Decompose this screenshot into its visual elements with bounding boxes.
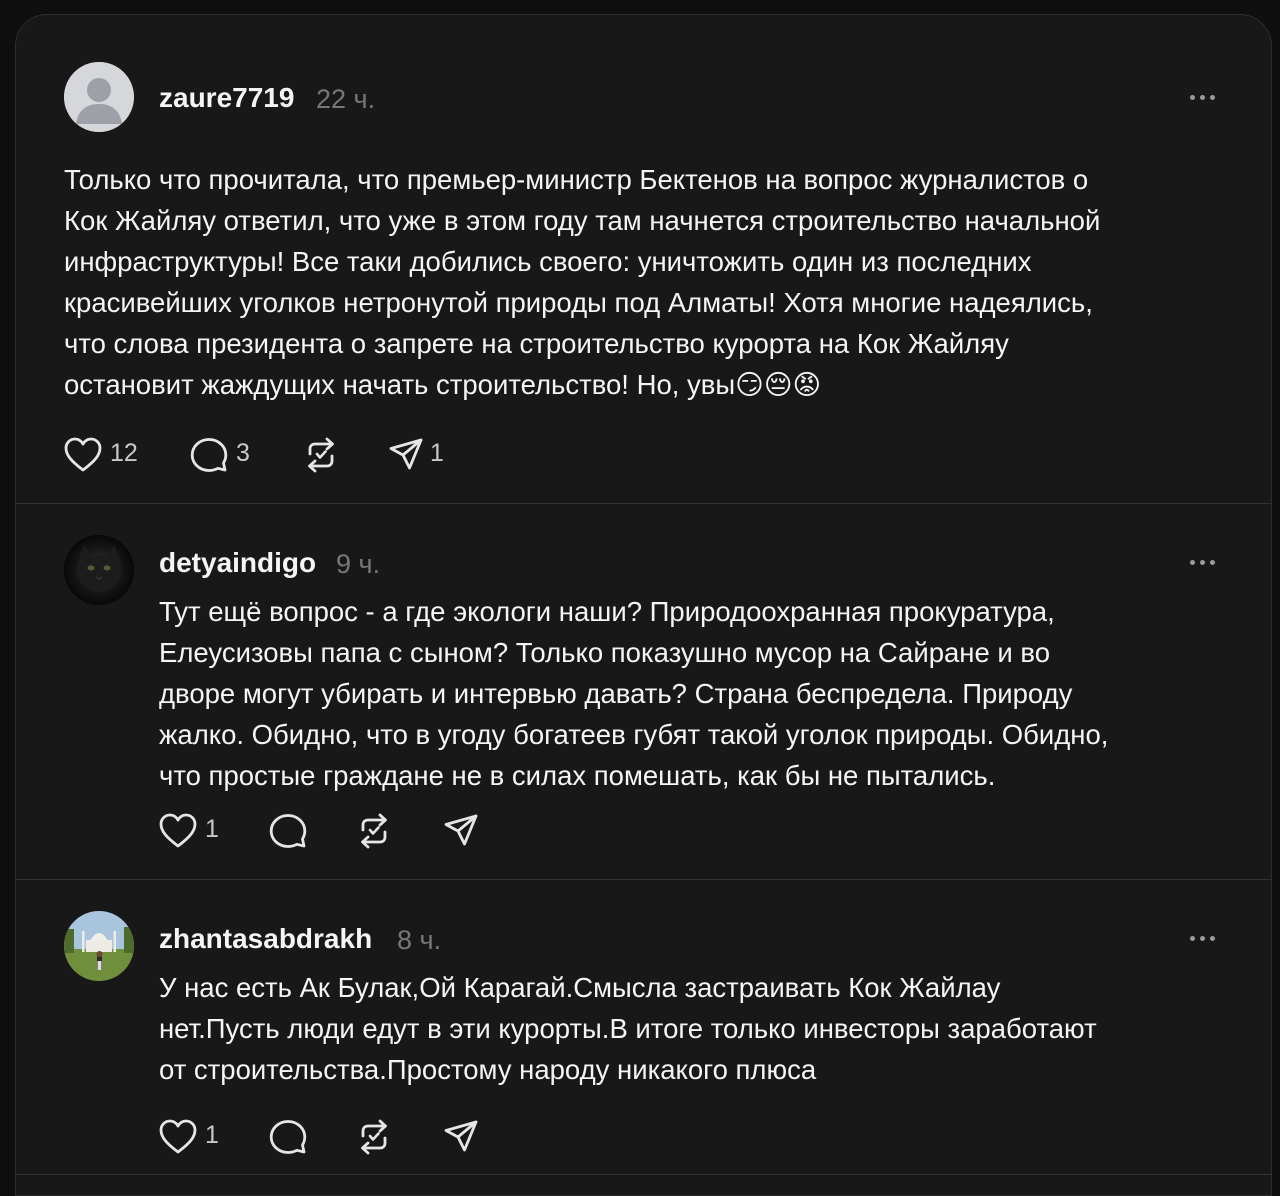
reply-count: 3 — [236, 439, 250, 467]
cat-photo-avatar — [64, 535, 134, 605]
share-button[interactable] — [443, 811, 483, 851]
avatar[interactable] — [64, 911, 134, 981]
reply-post: detyaindigo 9 ч. Тут ещё вопрос - а где … — [16, 504, 1271, 879]
reply-post: zhantasabdrakh 8 ч. У нас есть Ак Булак,… — [16, 880, 1271, 1180]
like-count: 1 — [205, 815, 219, 843]
repost-icon — [361, 813, 387, 849]
speech-bubble-icon — [269, 1120, 307, 1154]
reply-button[interactable] — [269, 811, 309, 851]
paper-plane-icon — [444, 1120, 478, 1152]
share-button[interactable]: 1 — [388, 435, 458, 475]
repost-button[interactable] — [302, 435, 342, 475]
like-button[interactable]: 1 — [159, 1117, 229, 1157]
speech-bubble-icon — [190, 438, 228, 472]
divider — [16, 1174, 1271, 1175]
main-post: zaure7719 22 ч. Только что прочитала, чт… — [16, 15, 1271, 503]
reply-text: У нас есть Ак Булак,Ой Карагай.Смысла за… — [159, 972, 1097, 1085]
more-options-button[interactable] — [1190, 93, 1220, 103]
repost-icon — [361, 1119, 387, 1155]
like-count: 12 — [110, 439, 138, 467]
reply-actions: 1 — [159, 1117, 499, 1157]
avatar[interactable] — [64, 535, 134, 605]
more-dots-icon — [1190, 560, 1195, 565]
more-options-button[interactable] — [1190, 558, 1220, 568]
reply-time[interactable]: 8 ч. — [397, 925, 441, 956]
like-button[interactable]: 1 — [159, 811, 229, 851]
reply-username[interactable]: zhantasabdrakh — [159, 923, 372, 955]
more-dots-icon — [1190, 936, 1195, 941]
reply-username[interactable]: detyaindigo — [159, 547, 316, 579]
like-count: 1 — [205, 1121, 219, 1149]
speech-bubble-icon — [269, 814, 307, 848]
reply-button[interactable]: 3 — [190, 435, 260, 475]
landmark-photo-avatar — [64, 911, 134, 981]
reply-time[interactable]: 9 ч. — [336, 549, 380, 580]
share-button[interactable] — [443, 1117, 483, 1157]
post-username[interactable]: zaure7719 — [159, 82, 294, 114]
paper-plane-icon — [389, 438, 423, 470]
reply-actions: 1 — [159, 811, 499, 851]
heart-icon — [159, 813, 197, 848]
more-dots-icon — [1190, 95, 1195, 100]
repost-button[interactable] — [355, 1117, 395, 1157]
share-count: 1 — [430, 439, 444, 467]
reply-text: Тут ещё вопрос - а где экологи наши? При… — [159, 596, 1109, 791]
more-options-button[interactable] — [1190, 934, 1220, 944]
post-actions: 12 3 1 — [64, 435, 464, 475]
post-text: Только что прочитала, что премьер-минист… — [64, 164, 1101, 400]
avatar[interactable] — [64, 62, 134, 132]
paper-plane-icon — [444, 814, 478, 846]
post-time[interactable]: 22 ч. — [316, 84, 375, 115]
reply-button[interactable] — [269, 1117, 309, 1157]
thread-card: zaure7719 22 ч. Только что прочитала, чт… — [15, 14, 1272, 1196]
heart-icon — [159, 1119, 197, 1154]
default-avatar-icon — [64, 62, 134, 132]
repost-button[interactable] — [355, 811, 395, 851]
heart-icon — [64, 437, 102, 472]
like-button[interactable]: 12 — [64, 435, 144, 475]
repost-icon — [308, 437, 334, 473]
